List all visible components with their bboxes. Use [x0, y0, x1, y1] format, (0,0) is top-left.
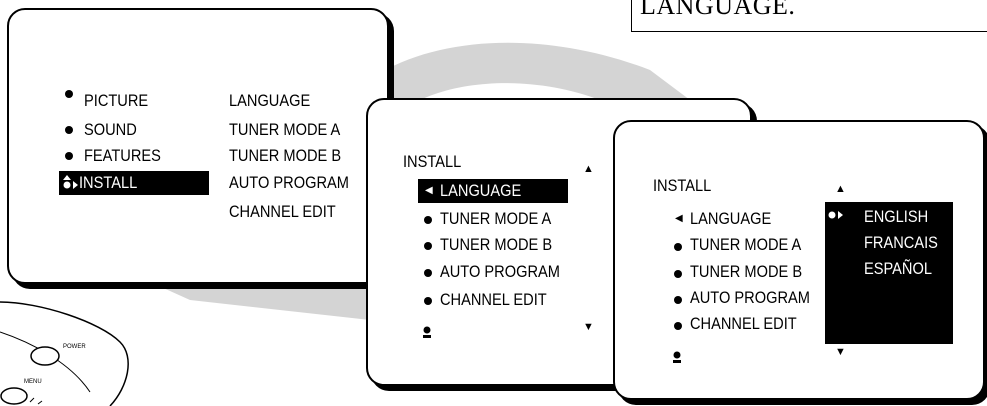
language-option-espanol[interactable]: ESPAÑOL — [864, 258, 932, 280]
menu-item-install[interactable]: INSTALL — [79, 172, 137, 194]
install-item-language[interactable]: LANGUAGE — [690, 208, 771, 230]
bullet-icon — [65, 152, 73, 160]
language-option-francais[interactable]: FRANCAIS — [864, 232, 938, 254]
install-item-tuner-mode-b[interactable]: TUNER MODE B — [440, 234, 552, 256]
submenu-item-auto-program: AUTO PROGRAM — [229, 173, 349, 192]
install-item-channel-edit[interactable]: CHANNEL EDIT — [690, 313, 797, 335]
install-item-auto-program[interactable]: AUTO PROGRAM — [440, 261, 560, 283]
bullet-icon — [424, 297, 432, 305]
install-item-channel-edit[interactable]: CHANNEL EDIT — [440, 289, 547, 311]
install-item-tuner-mode-b[interactable]: TUNER MODE B — [690, 261, 802, 283]
bullet-icon — [674, 296, 682, 304]
caption-box: LANGUAGE. — [631, 0, 987, 32]
install-title: INSTALL — [403, 152, 462, 171]
scroll-up-icon[interactable]: ▲ — [583, 164, 594, 175]
bullet-icon — [65, 90, 73, 98]
submenu-item-language: LANGUAGE — [229, 91, 311, 110]
scroll-down-icon[interactable]: ▼ — [583, 322, 594, 333]
menu-item-sound[interactable]: SOUND — [84, 119, 137, 141]
install-item-tuner-mode-a[interactable]: TUNER MODE A — [440, 208, 551, 230]
bullet-icon — [674, 243, 682, 251]
tv-screen-language-options: INSTALL ▲ ◀ LANGUAGE TUNER MODE A TUNER … — [613, 120, 985, 400]
language-option-english[interactable]: ENGLISH — [864, 206, 928, 228]
menu-item-picture[interactable]: PICTURE — [84, 90, 148, 112]
bullet-icon — [424, 269, 432, 277]
menu-cursor-icon — [423, 326, 431, 338]
illustration-scene: POWER MENU LANGUAGE. PICTURE SOUND FEATU… — [0, 0, 987, 406]
submenu-item-tuner-mode-a: TUNER MODE A — [229, 120, 341, 139]
left-arrow-icon: ◀ — [675, 213, 683, 224]
menu-item-features[interactable]: FEATURES — [84, 145, 161, 167]
submenu-item-channel-edit: CHANNEL EDIT — [229, 202, 336, 221]
menu-button-graphic — [0, 387, 28, 405]
scroll-up-icon[interactable]: ▲ — [835, 184, 846, 195]
remote-control-graphic: POWER MENU — [0, 301, 129, 406]
bullet-icon — [65, 126, 73, 134]
bullet-icon — [674, 270, 682, 278]
install-item-tuner-mode-a[interactable]: TUNER MODE A — [690, 234, 801, 256]
install-item-auto-program[interactable]: AUTO PROGRAM — [690, 287, 810, 309]
install-title: INSTALL — [653, 176, 712, 195]
tv-screen-main-menu: PICTURE SOUND FEATURES INSTALL LANGUAGE … — [7, 8, 389, 284]
bullet-icon — [424, 216, 432, 224]
submenu-item-tuner-mode-b: TUNER MODE B — [229, 146, 342, 165]
power-label: POWER — [63, 344, 86, 350]
power-button-graphic — [30, 346, 60, 366]
scroll-down-icon[interactable]: ▼ — [835, 347, 846, 358]
install-item-language[interactable]: LANGUAGE — [440, 180, 521, 202]
bullet-icon — [424, 242, 432, 250]
bullet-icon — [674, 322, 682, 330]
menu-cursor-icon — [673, 351, 681, 363]
selected-indicator-icon — [828, 211, 843, 219]
menu-label: MENU — [24, 379, 42, 385]
left-arrow-icon: ◀ — [425, 185, 433, 196]
caption-text: LANGUAGE. — [640, 0, 796, 20]
